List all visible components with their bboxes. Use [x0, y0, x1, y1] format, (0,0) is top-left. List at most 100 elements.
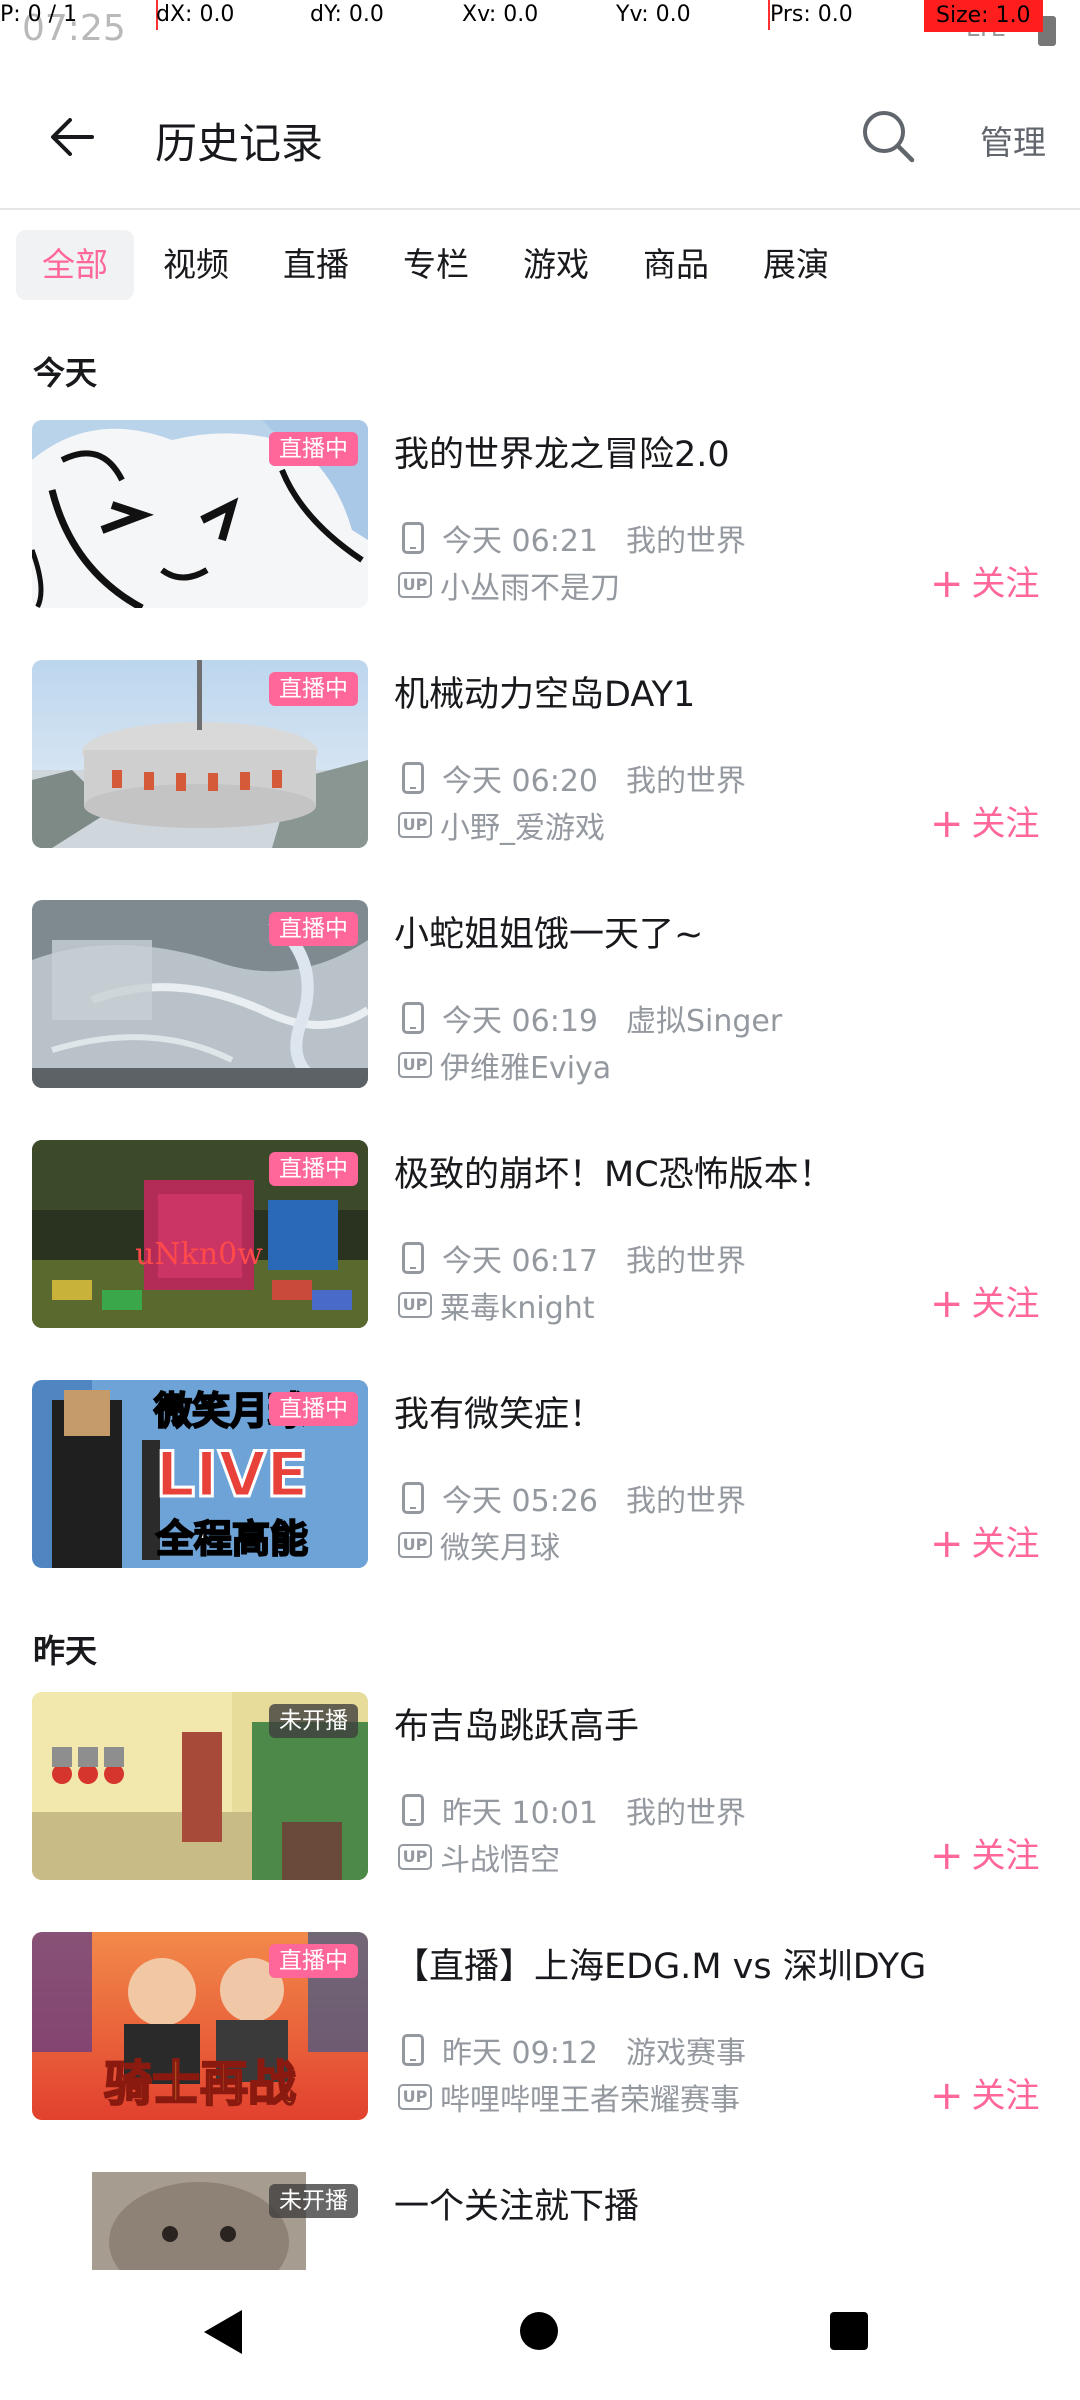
search-button[interactable]	[854, 102, 924, 172]
uploader: UP 小丛雨不是刀	[398, 567, 620, 606]
up-icon: UP	[398, 1292, 432, 1318]
thumbnail-caption: 骑士再战	[104, 2056, 296, 2112]
plus-icon: +	[930, 1281, 964, 1327]
item-title: 机械动力空岛DAY1	[394, 675, 696, 715]
section-label-today: 今天	[33, 354, 98, 392]
thumbnail: 直播中	[32, 900, 368, 1088]
follow-button[interactable]: + 关注	[930, 556, 1040, 607]
tab-game[interactable]: 游戏	[508, 230, 604, 300]
history-item[interactable]: 未开播 一个关注就下播	[0, 2172, 1080, 2270]
history-item[interactable]: uNkn0w 直播中 极致的崩坏！MC恐怖版本！ 今天 06:17 我的世界 U…	[0, 1140, 1080, 1340]
category-text: 我的世界	[626, 524, 746, 559]
item-title: 布吉岛跳跃高手	[394, 1707, 640, 1747]
phone-icon	[402, 762, 424, 794]
plus-icon: +	[930, 2073, 964, 2119]
history-item[interactable]: 直播中 我的世界龙之冒险2.0 今天 06:21 我的世界 UP 小丛雨不是刀 …	[0, 420, 1080, 620]
up-icon: UP	[398, 1844, 432, 1870]
debug-dy: dY: 0.0	[310, 2, 384, 27]
live-status-badge: 未开播	[269, 1704, 358, 1738]
watch-time: 今天 06:20 我的世界	[398, 760, 746, 799]
follow-button[interactable]: + 关注	[930, 2068, 1040, 2119]
uploader-name: 粟毒knight	[440, 1291, 595, 1326]
time-text: 昨天 09:12	[442, 2036, 598, 2071]
watch-time: 今天 06:17 我的世界	[398, 1240, 746, 1279]
thumbnail: 未开播	[32, 1692, 368, 1880]
tab-video[interactable]: 视频	[148, 230, 244, 300]
live-status-badge: 未开播	[269, 2184, 358, 2218]
uploader: UP 小野_爱游戏	[398, 807, 605, 846]
category-text: 我的世界	[626, 764, 746, 799]
follow-label: 关注	[971, 1836, 1040, 1876]
time-text: 今天 06:21	[442, 524, 598, 559]
thumbnail: 微笑月球 LIVE 全程高能 直播中	[32, 1380, 368, 1568]
phone-icon	[402, 522, 424, 554]
live-status-badge: 直播中	[269, 1392, 358, 1426]
tab-column[interactable]: 专栏	[388, 230, 484, 300]
follow-button[interactable]: + 关注	[930, 1276, 1040, 1327]
item-title: 小蛇姐姐饿一天了~	[394, 915, 704, 955]
page-title: 历史记录	[155, 119, 324, 168]
debug-pointer: P: 0 / 1	[0, 2, 78, 27]
uploader: UP 哔哩哔哩王者荣耀赛事	[398, 2079, 740, 2118]
nav-recents-icon[interactable]	[830, 2312, 868, 2350]
time-text: 今天 06:19	[442, 1004, 598, 1039]
category-text: 虚拟Singer	[626, 1004, 783, 1039]
follow-label: 关注	[971, 564, 1040, 604]
back-button[interactable]	[40, 104, 106, 170]
top-app-bar: 历史记录 管理	[0, 60, 1080, 210]
debug-size: Size: 1.0	[924, 0, 1043, 32]
tab-all[interactable]: 全部	[16, 230, 134, 300]
phone-icon	[402, 1794, 424, 1826]
plus-icon: +	[930, 1521, 964, 1567]
debug-prs: Prs: 0.0	[770, 2, 853, 27]
up-icon: UP	[398, 1052, 432, 1078]
nav-back-icon[interactable]	[204, 2310, 242, 2354]
follow-button[interactable]: + 关注	[930, 1828, 1040, 1879]
follow-button[interactable]: + 关注	[930, 1516, 1040, 1567]
follow-label: 关注	[971, 1284, 1040, 1324]
item-title: 【直播】上海EDG.M vs 深圳DYG	[394, 1947, 927, 1987]
manage-button[interactable]: 管理	[980, 116, 1046, 164]
live-status-badge: 直播中	[269, 672, 358, 706]
time-text: 今天 06:20	[442, 764, 598, 799]
watch-time: 今天 05:26 我的世界	[398, 1480, 746, 1519]
uploader: UP 粟毒knight	[398, 1287, 595, 1326]
uploader: UP 伊维雅Eviya	[398, 1047, 611, 1086]
history-item[interactable]: 未开播 布吉岛跳跃高手 昨天 10:01 我的世界 UP 斗战悟空 + 关注	[0, 1692, 1080, 1892]
thumbnail-caption: uNkn0w	[135, 1237, 263, 1272]
uploader-name: 斗战悟空	[440, 1843, 560, 1878]
watch-time: 今天 06:21 我的世界	[398, 520, 746, 559]
tab-live[interactable]: 直播	[268, 230, 364, 300]
uploader-name: 小丛雨不是刀	[440, 571, 620, 606]
thumbnail-caption-bottom: 全程高能	[155, 1517, 308, 1561]
watch-time: 今天 06:19 虚拟Singer	[398, 1000, 782, 1039]
tab-show[interactable]: 展演	[748, 230, 844, 300]
up-icon: UP	[398, 572, 432, 598]
up-icon: UP	[398, 1532, 432, 1558]
follow-button[interactable]: + 关注	[930, 796, 1040, 847]
plus-icon: +	[930, 561, 964, 607]
history-item[interactable]: 直播中 小蛇姐姐饿一天了~ 今天 06:19 虚拟Singer UP 伊维雅Ev…	[0, 900, 1080, 1100]
history-item[interactable]: 微笑月球 LIVE 全程高能 直播中 我有微笑症！ 今天 05:26 我的世界 …	[0, 1380, 1080, 1580]
category-text: 游戏赛事	[626, 2036, 746, 2071]
tab-goods[interactable]: 商品	[628, 230, 724, 300]
thumbnail: 骑士再战 直播中	[32, 1932, 368, 2120]
phone-icon	[402, 1242, 424, 1274]
nav-home-icon[interactable]	[520, 2312, 558, 2350]
follow-label: 关注	[971, 804, 1040, 844]
plus-icon: +	[930, 801, 964, 847]
live-status-badge: 直播中	[269, 432, 358, 466]
live-status-badge: 直播中	[269, 912, 358, 946]
history-item[interactable]: 直播中 机械动力空岛DAY1 今天 06:20 我的世界 UP 小野_爱游戏 +…	[0, 660, 1080, 860]
follow-label: 关注	[971, 1524, 1040, 1564]
live-status-badge: 直播中	[269, 1152, 358, 1186]
up-icon: UP	[398, 812, 432, 838]
category-tabs: 全部 视频 直播 专栏 游戏 商品 展演	[0, 230, 1080, 300]
history-item[interactable]: 骑士再战 直播中 【直播】上海EDG.M vs 深圳DYG 昨天 09:12 游…	[0, 1932, 1080, 2132]
category-text: 我的世界	[626, 1796, 746, 1831]
phone-icon	[402, 2034, 424, 2066]
thumbnail-caption-mid: LIVE	[156, 1438, 309, 1511]
category-text: 我的世界	[626, 1244, 746, 1279]
search-icon	[863, 111, 915, 163]
thumbnail: 直播中	[32, 420, 368, 608]
